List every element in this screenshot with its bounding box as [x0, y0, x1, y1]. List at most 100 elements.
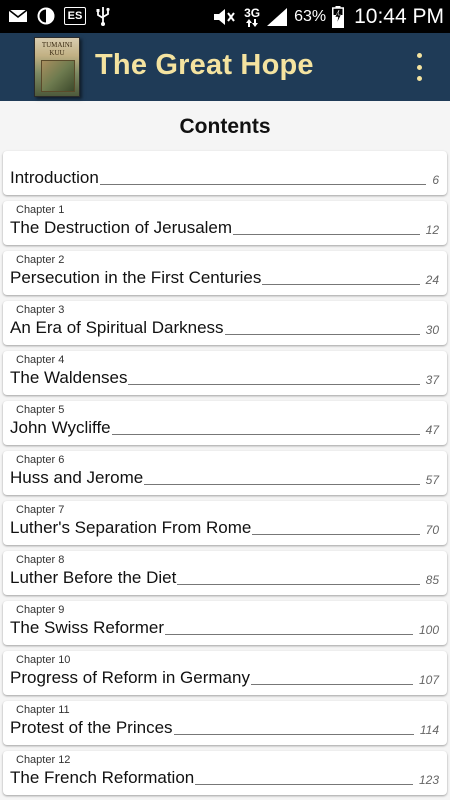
toc-item-chapter-12[interactable]: Chapter 12 The French Reformation 123	[3, 751, 447, 795]
toc-chapter-label: Chapter 2	[16, 254, 65, 266]
toc-row: Persecution in the First Centuries 24	[10, 266, 439, 288]
mute-icon	[212, 7, 238, 27]
toc-item-chapter-10[interactable]: Chapter 10 Progress of Reform in Germany…	[3, 651, 447, 695]
menu-dot	[416, 53, 422, 58]
status-bar-right-icons: 3G 63% 10:44 PM	[212, 0, 444, 33]
toc-leader-line	[111, 433, 420, 435]
toc-chapter-label: Chapter 7	[16, 504, 65, 516]
toc-chapter-label: Chapter 8	[16, 554, 65, 566]
toc-title: Luther's Separation From Rome	[10, 518, 252, 537]
toc-title: The Destruction of Jerusalem	[10, 218, 233, 237]
toc-row: Huss and Jerome 57	[10, 466, 439, 488]
toc-chapter-label: Chapter 4	[16, 354, 65, 366]
toc-title: Persecution in the First Centuries	[10, 268, 262, 287]
toc-row: The French Reformation 123	[10, 766, 439, 788]
contents-heading: Contents	[179, 115, 271, 138]
network-type-label: 3G	[244, 5, 261, 20]
toc-chapter-label: Chapter 3	[16, 304, 65, 316]
menu-dot	[416, 64, 422, 70]
toc-title: Luther Before the Diet	[10, 568, 177, 587]
status-clock: 10:44 PM	[354, 4, 444, 28]
app-title: The Great Hope	[95, 49, 314, 81]
toc-title: Introduction	[10, 168, 99, 187]
toc-page-number: 107	[418, 673, 439, 687]
toc-page-number: 123	[418, 773, 439, 787]
toc-title: Huss and Jerome	[10, 468, 144, 487]
toc-leader-line	[99, 183, 427, 185]
overflow-menu-icon[interactable]	[408, 53, 430, 81]
toc-leader-line	[233, 233, 420, 235]
toc-chapter-label: Chapter 5	[16, 404, 65, 416]
cover-title: TUMAINI KUU	[41, 41, 73, 57]
toc-page-number: 37	[425, 373, 439, 387]
toc-item-chapter-9[interactable]: Chapter 9 The Swiss Reformer 100	[3, 601, 447, 645]
status-bar: ES 3G 63% 10:44 PM	[0, 0, 450, 33]
toc-leader-line	[144, 483, 420, 485]
toc-leader-line	[177, 583, 420, 585]
menu-dot	[416, 76, 422, 81]
toc-item-chapter-2[interactable]: Chapter 2 Persecution in the First Centu…	[3, 251, 447, 295]
toc-item-chapter-7[interactable]: Chapter 7 Luther's Separation From Rome …	[3, 501, 447, 545]
toc-leader-line	[224, 333, 420, 335]
toc-page-number: 6	[432, 173, 439, 187]
toc-page-number: 24	[425, 273, 439, 287]
toc-page-number: 47	[425, 423, 439, 437]
toc-row: An Era of Spiritual Darkness 30	[10, 316, 439, 338]
toc-row: Luther's Separation From Rome 70	[10, 516, 439, 538]
toc-chapter-label: Chapter 11	[16, 704, 70, 716]
toc-page-number: 57	[425, 473, 439, 487]
toc-item-chapter-4[interactable]: Chapter 4 The Waldenses 37	[3, 351, 447, 395]
toc-title: Progress of Reform in Germany	[10, 668, 250, 687]
toc-page-number: 100	[418, 623, 439, 637]
toc-title: Protest of the Princes	[10, 718, 173, 737]
toc-page-number: 30	[425, 323, 439, 337]
toc-chapter-label: Chapter 12	[16, 754, 71, 766]
book-cover-logo[interactable]: TUMAINI KUU	[34, 37, 80, 97]
es-file-icon: ES	[64, 7, 86, 25]
toc-row: Luther Before the Diet 85	[10, 566, 439, 588]
toc-page-number: 85	[425, 573, 439, 587]
toc-item-chapter-6[interactable]: Chapter 6 Huss and Jerome 57	[3, 451, 447, 495]
toc-chapter-label: Chapter 6	[16, 454, 65, 466]
mail-icon	[8, 8, 28, 24]
battery-percent: 63%	[294, 7, 327, 25]
toc-title: The Waldenses	[10, 368, 128, 387]
toc-item-chapter-11[interactable]: Chapter 11 Protest of the Princes 114	[3, 701, 447, 745]
toc-chapter-label: Chapter 1	[16, 204, 65, 216]
usb-icon	[95, 6, 111, 26]
toc-leader-line	[195, 783, 413, 785]
toc-item-chapter-8[interactable]: Chapter 8 Luther Before the Diet 85	[3, 551, 447, 595]
toc-row: John Wycliffe 47	[10, 416, 439, 438]
toc-page-number: 114	[419, 723, 439, 737]
toc-leader-line	[173, 733, 414, 735]
toc-title: An Era of Spiritual Darkness	[10, 318, 224, 337]
toc-item-chapter-1[interactable]: Chapter 1 The Destruction of Jerusalem 1…	[3, 201, 447, 245]
app-bar: TUMAINI KUU The Great Hope	[0, 33, 450, 101]
toc-leader-line	[128, 383, 420, 385]
toc-page-number: 70	[425, 523, 439, 537]
sync-icon	[37, 7, 55, 25]
toc-leader-line	[164, 633, 413, 635]
toc-row: Introduction 6	[10, 166, 439, 188]
toc-title: The Swiss Reformer	[10, 618, 164, 637]
toc-row: The Swiss Reformer 100	[10, 616, 439, 638]
toc-item-chapter-3[interactable]: Chapter 3 An Era of Spiritual Darkness 3…	[3, 301, 447, 345]
signal-icon	[266, 7, 288, 27]
toc-item-chapter-5[interactable]: Chapter 5 John Wycliffe 47	[3, 401, 447, 445]
cover-artwork	[41, 60, 75, 92]
toc-chapter-label: Chapter 10	[16, 654, 71, 666]
toc-title: John Wycliffe	[10, 418, 111, 437]
toc-chapter-label: Chapter 9	[16, 604, 65, 616]
toc-row: Protest of the Princes 114	[10, 716, 439, 738]
toc-row: Progress of Reform in Germany 107	[10, 666, 439, 688]
toc-page-number: 12	[425, 223, 439, 237]
toc-leader-line	[252, 533, 420, 535]
toc-row: The Destruction of Jerusalem 12	[10, 216, 439, 238]
toc-row: The Waldenses 37	[10, 366, 439, 388]
toc-title: The French Reformation	[10, 768, 195, 787]
toc-item-introduction[interactable]: Introduction 6	[3, 151, 447, 195]
status-bar-left-icons: ES	[8, 6, 111, 26]
battery-charging-icon	[332, 5, 345, 28]
toc-leader-line	[250, 683, 413, 685]
toc-leader-line	[262, 283, 420, 285]
